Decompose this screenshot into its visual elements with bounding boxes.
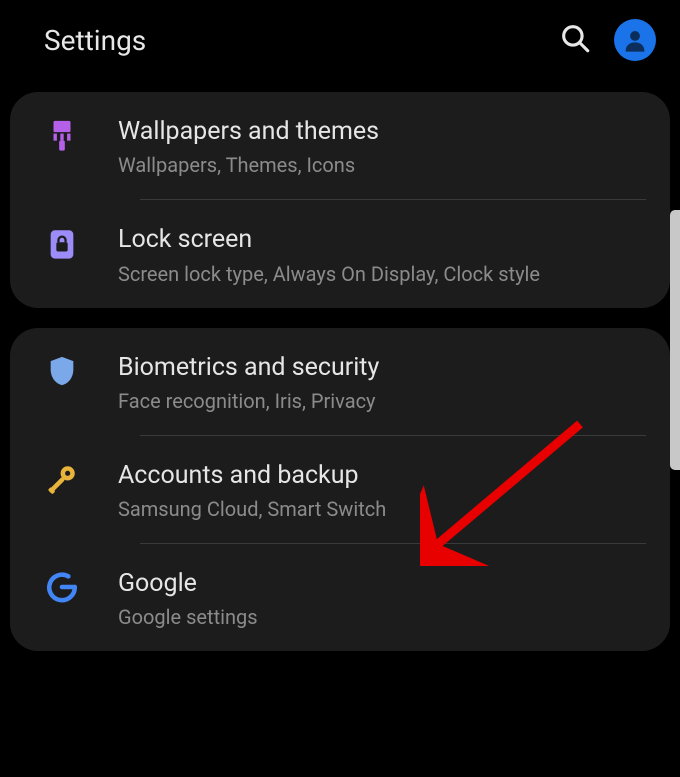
item-title: Biometrics and security bbox=[118, 352, 646, 383]
settings-item-lock-screen[interactable]: Lock screen Screen lock type, Always On … bbox=[10, 200, 670, 307]
key-icon bbox=[34, 460, 90, 496]
settings-item-google[interactable]: Google Google settings bbox=[10, 544, 670, 651]
item-title: Google bbox=[118, 568, 646, 599]
item-subtitle: Samsung Cloud, Smart Switch bbox=[118, 497, 646, 521]
settings-item-wallpapers-themes[interactable]: Wallpapers and themes Wallpapers, Themes… bbox=[10, 92, 670, 199]
item-subtitle: Face recognition, Iris, Privacy bbox=[118, 389, 646, 413]
lock-icon bbox=[34, 224, 90, 260]
settings-item-biometrics-security[interactable]: Biometrics and security Face recognition… bbox=[10, 328, 670, 435]
item-title: Accounts and backup bbox=[118, 460, 646, 491]
scrollbar[interactable] bbox=[670, 210, 680, 470]
item-subtitle: Screen lock type, Always On Display, Clo… bbox=[118, 262, 646, 286]
account-avatar[interactable] bbox=[614, 19, 656, 61]
google-icon bbox=[34, 568, 90, 604]
item-subtitle: Wallpapers, Themes, Icons bbox=[118, 153, 646, 177]
search-icon[interactable] bbox=[558, 21, 592, 59]
brush-icon bbox=[34, 116, 90, 152]
header: Settings bbox=[0, 0, 680, 80]
settings-group: Wallpapers and themes Wallpapers, Themes… bbox=[10, 92, 670, 308]
item-title: Wallpapers and themes bbox=[118, 116, 646, 147]
page-title: Settings bbox=[44, 24, 558, 57]
item-title: Lock screen bbox=[118, 224, 646, 255]
shield-icon bbox=[34, 352, 90, 388]
settings-item-accounts-backup[interactable]: Accounts and backup Samsung Cloud, Smart… bbox=[10, 436, 670, 543]
item-subtitle: Google settings bbox=[118, 605, 646, 629]
header-actions bbox=[558, 19, 656, 61]
settings-group: Biometrics and security Face recognition… bbox=[10, 328, 670, 652]
